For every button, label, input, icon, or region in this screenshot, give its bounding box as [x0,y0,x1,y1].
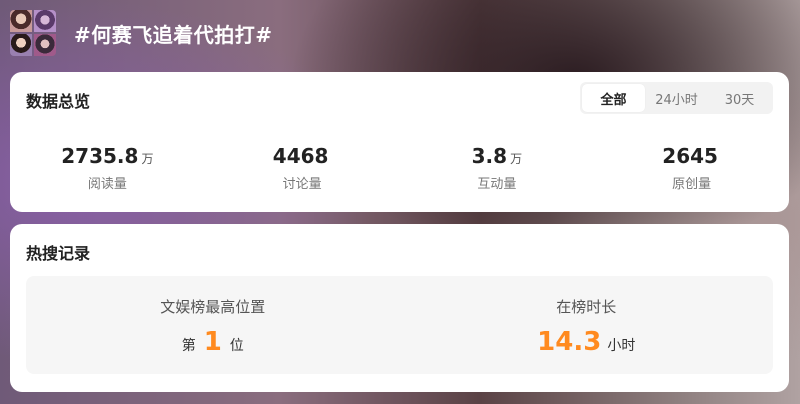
on-list-duration-block: 在榜时长 14.3 小时 [400,276,774,374]
avatar [34,34,56,56]
duration-value: 14.3 [537,327,602,357]
rank-prefix: 第 [181,338,196,354]
avatar [10,34,32,56]
stat-unit: 万 [510,152,523,166]
stat-label: 阅读量 [87,177,127,192]
stat-value: 2735.8 [61,144,139,168]
overview-title: 数据总览 [26,92,91,111]
stat-read-count: 2735.8 万 阅读量 [10,144,205,192]
highest-rank-block: 文娱榜最高位置 第 1 位 [26,276,400,374]
hot-record-panel: 文娱榜最高位置 第 1 位 在榜时长 14.3 小时 [26,276,773,374]
overview-stats: 2735.8 万 阅读量 4468 讨论量 3.8 万 互动量 2645 原创量 [10,144,789,192]
data-overview-card: 数据总览 全部 24小时 30天 2735.8 万 阅读量 4468 讨论量 3… [10,72,789,212]
rank-suffix: 位 [229,338,244,354]
topic-title: #何赛飞追着代拍打# [74,22,273,47]
topic-header: #何赛飞追着代拍打# [10,10,273,56]
stat-value: 4468 [272,144,329,168]
duration-label: 在榜时长 [556,298,617,316]
stat-discussion-count: 4468 讨论量 [205,144,400,192]
stat-unit: 万 [141,152,154,166]
hot-record-title: 热搜记录 [26,244,91,263]
stat-value: 3.8 [471,144,508,168]
rank-value: 1 [203,327,222,357]
highest-rank-label: 文娱榜最高位置 [160,298,266,316]
stat-label: 讨论量 [282,177,322,192]
duration-unit: 小时 [607,338,636,354]
filter-all-tab[interactable]: 全部 [582,84,645,112]
avatar [10,10,32,32]
time-range-filter: 全部 24小时 30天 [580,82,773,114]
stat-label: 互动量 [477,177,517,192]
topic-avatar-grid [10,10,56,56]
stat-value: 2645 [662,144,718,168]
filter-30d-tab[interactable]: 30天 [708,84,771,112]
hot-search-record-card: 热搜记录 文娱榜最高位置 第 1 位 在榜时长 14.3 小时 [10,224,789,392]
stat-interaction-count: 3.8 万 互动量 [400,144,595,192]
filter-24h-tab[interactable]: 24小时 [645,84,708,112]
avatar [34,10,56,32]
stat-label: 原创量 [672,177,712,192]
stat-original-count: 2645 原创量 [594,144,789,192]
